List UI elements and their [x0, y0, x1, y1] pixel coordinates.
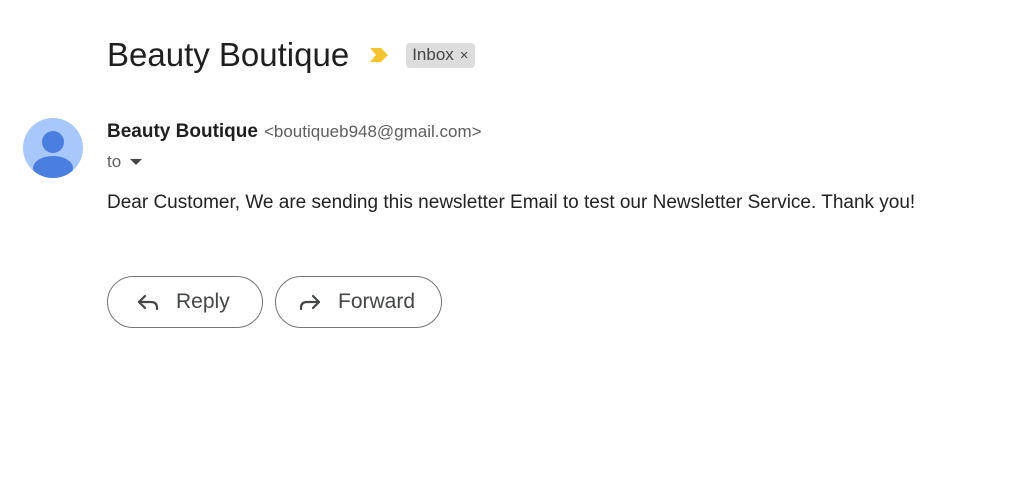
- sender-avatar[interactable]: [23, 118, 83, 178]
- sender-row: Beauty Boutique <boutiqueb948@gmail.com>: [107, 121, 482, 143]
- inbox-label-chip: Inbox ×: [406, 42, 475, 68]
- to-label: to: [107, 152, 122, 171]
- recipient-row: to: [107, 152, 143, 172]
- remove-label-button[interactable]: ×: [460, 47, 469, 64]
- subject-row: Beauty Boutique Inbox ×: [107, 34, 475, 76]
- person-icon: [33, 131, 73, 178]
- show-details-dropdown-icon[interactable]: [130, 159, 143, 165]
- importance-marker-icon[interactable]: [368, 47, 390, 63]
- reply-button[interactable]: Reply: [107, 276, 263, 328]
- forward-label: Forward: [338, 290, 416, 313]
- email-subject: Beauty Boutique: [107, 36, 350, 73]
- label-text: Inbox: [412, 45, 454, 64]
- sender-name[interactable]: Beauty Boutique: [107, 121, 258, 143]
- email-view: Beauty Boutique Inbox × Beauty Boutique …: [0, 0, 1013, 491]
- forward-button[interactable]: Forward: [275, 276, 442, 328]
- forward-arrow-icon: [298, 290, 322, 314]
- message-actions: Reply Forward: [107, 276, 454, 328]
- email-body: Dear Customer, We are sending this newsl…: [107, 192, 916, 213]
- sender-email: <boutiqueb948@gmail.com>: [263, 122, 482, 141]
- reply-label: Reply: [176, 290, 230, 313]
- reply-arrow-icon: [136, 290, 160, 314]
